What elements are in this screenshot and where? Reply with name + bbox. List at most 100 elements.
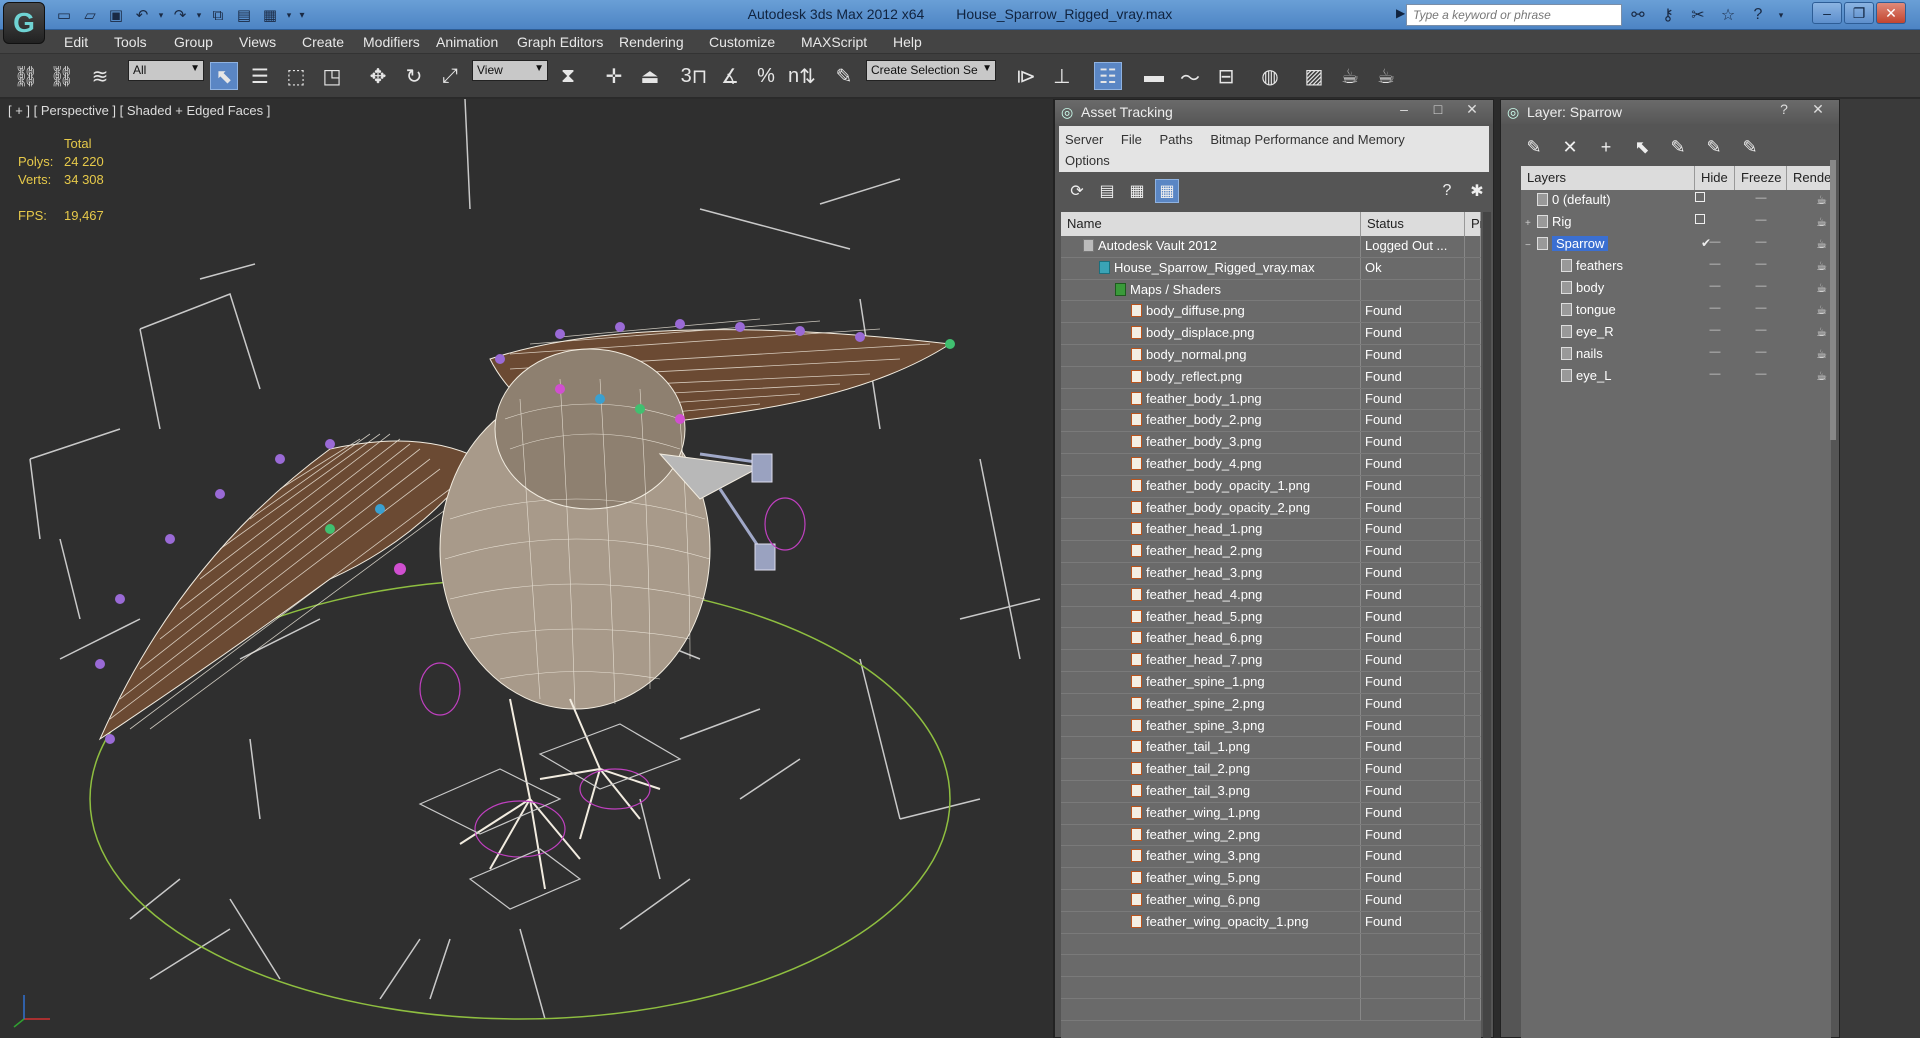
keyboard-shortcut-override-icon[interactable]: ⏏ — [636, 62, 664, 90]
spinner-snap-icon[interactable]: n ⇅ — [788, 62, 816, 90]
rectangular-selection-icon[interactable]: ⬚ — [282, 62, 310, 90]
layer-hide-toggle[interactable]: — — [1695, 256, 1735, 278]
settings-icon[interactable]: ✱ — [1465, 179, 1489, 203]
layer-render-toggle[interactable]: ☕ — [1787, 366, 1831, 388]
menu-tools[interactable]: Tools — [114, 34, 147, 50]
select-and-manipulate-icon[interactable]: ✛ — [600, 62, 628, 90]
menu-modifiers[interactable]: Modifiers — [363, 34, 420, 50]
layer-freeze-toggle[interactable]: — — [1735, 256, 1787, 278]
layer-render-toggle[interactable]: ☕ — [1787, 256, 1831, 278]
edit-named-selection-icon[interactable]: ✎ — [830, 62, 858, 90]
layer-table-scrollbar[interactable] — [1830, 160, 1836, 440]
tongue-bone[interactable] — [751, 453, 773, 483]
bind-to-space-warp-icon[interactable]: ≋ — [86, 62, 114, 90]
highlight-layer-icon[interactable]: ✎ — [1665, 134, 1691, 160]
curve-editor-icon[interactable]: 〜 — [1176, 62, 1204, 90]
close-icon[interactable]: ✕ — [1457, 101, 1487, 121]
percent-snap-icon[interactable]: % — [752, 62, 780, 90]
menu-rendering[interactable]: Rendering — [619, 34, 684, 50]
search-expand-icon[interactable]: ▶ — [1396, 6, 1405, 20]
select-and-link-icon[interactable]: ⛓ — [12, 62, 40, 90]
add-to-layer-icon[interactable]: + — [1593, 134, 1619, 160]
create-layer-icon[interactable]: ✎ — [1521, 134, 1547, 160]
asset-row[interactable]: feather_wing_3.png Found — [1061, 846, 1481, 869]
communication-center-icon[interactable]: ✂ — [1686, 3, 1710, 27]
layer-render-toggle[interactable]: ☕ — [1787, 344, 1831, 366]
layer-render-toggle[interactable]: ☕ — [1787, 234, 1831, 256]
layer-hide-toggle[interactable]: — — [1695, 366, 1735, 388]
project-dropdown-icon[interactable]: ▾ — [284, 3, 294, 27]
new-file-icon[interactable]: ▭ — [52, 3, 76, 27]
layer-row[interactable]: feathers — — ☕ — [1521, 256, 1831, 278]
select-and-rotate-icon[interactable]: ↻ — [400, 62, 428, 90]
layer-render-toggle[interactable]: ☕ — [1787, 322, 1831, 344]
asset-row[interactable]: feather_spine_1.png Found — [1061, 671, 1481, 694]
layer-row[interactable]: 0 (default) — ☕ — [1521, 190, 1831, 212]
perspective-viewport[interactable]: [ + ] [ Perspective ] [ Shaded + Edged F… — [0, 99, 1054, 1038]
fetch-icon[interactable]: ▤ — [232, 3, 256, 27]
asset-row[interactable]: feather_head_1.png Found — [1061, 519, 1481, 542]
restore-icon[interactable]: ❐ — [1844, 2, 1874, 24]
asset-row[interactable]: feather_body_opacity_2.png Found — [1061, 497, 1481, 520]
layer-hide-toggle[interactable]: — — [1695, 322, 1735, 344]
layer-freeze-toggle[interactable]: — — [1735, 190, 1787, 212]
delete-layer-icon[interactable]: ✕ — [1557, 134, 1583, 160]
close-icon[interactable]: ✕ — [1803, 101, 1833, 121]
select-and-scale-icon[interactable]: ⤢ — [436, 62, 464, 90]
asset-row[interactable]: feather_spine_3.png Found — [1061, 715, 1481, 738]
schematic-view-icon[interactable]: ⊟ — [1212, 62, 1240, 90]
menu-animation[interactable]: Animation — [436, 34, 498, 50]
asset-row[interactable]: feather_body_4.png Found — [1061, 453, 1481, 476]
layer-hide-toggle[interactable] — [1695, 190, 1735, 212]
redo-dropdown-icon[interactable]: ▾ — [194, 3, 204, 27]
asset-menu-options[interactable]: Options — [1065, 153, 1110, 168]
align-icon[interactable]: ⊥ — [1048, 62, 1076, 90]
close-icon[interactable]: ✕ — [1876, 2, 1906, 24]
asset-row[interactable]: feather_wing_opacity_1.png Found — [1061, 911, 1481, 934]
redo-icon[interactable]: ↷ — [168, 3, 192, 27]
asset-tracking-titlebar[interactable]: ◎ Asset Tracking – □ ✕ — [1055, 100, 1493, 124]
layer-render-toggle[interactable]: ☕ — [1787, 190, 1831, 212]
table-view-icon[interactable]: ▦ — [1155, 179, 1179, 203]
layer-freeze-toggle[interactable]: — — [1735, 300, 1787, 322]
expand-toggle-icon[interactable]: − — [1525, 240, 1537, 251]
hold-icon[interactable]: ⧉ — [206, 3, 230, 27]
asset-row[interactable]: feather_tail_1.png Found — [1061, 737, 1481, 760]
layer-hide-toggle[interactable]: — — [1695, 300, 1735, 322]
asset-row[interactable]: feather_wing_5.png Found — [1061, 868, 1481, 890]
asset-menu-paths[interactable]: Paths — [1160, 132, 1193, 147]
help-icon[interactable]: ? — [1769, 101, 1799, 121]
layer-row[interactable]: tongue — — ☕ — [1521, 300, 1831, 322]
menu-maxscript[interactable]: MAXScript — [801, 34, 867, 50]
asset-row[interactable]: body_displace.png Found — [1061, 323, 1481, 345]
asset-row[interactable]: body_reflect.png Found — [1061, 366, 1481, 389]
freeze-unfreeze-all-icon[interactable]: ✎ — [1737, 134, 1763, 160]
layer-freeze-toggle[interactable]: — — [1735, 212, 1787, 234]
layer-hide-toggle[interactable]: — — [1695, 344, 1735, 366]
menu-create[interactable]: Create — [302, 34, 344, 50]
help-icon[interactable]: ? — [1746, 3, 1770, 27]
open-file-icon[interactable]: ▱ — [78, 3, 102, 27]
graphite-ribbon-icon[interactable]: ▬ — [1140, 62, 1168, 90]
layer-freeze-toggle[interactable]: — — [1735, 366, 1787, 388]
menu-edit[interactable]: Edit — [64, 34, 88, 50]
asset-menu-server[interactable]: Server — [1065, 132, 1103, 147]
select-object-icon[interactable]: ⬉ — [210, 62, 238, 90]
layer-row[interactable]: eye_L — — ☕ — [1521, 366, 1831, 388]
menu-graph-editors[interactable]: Graph Editors — [517, 34, 603, 50]
undo-dropdown-icon[interactable]: ▾ — [156, 3, 166, 27]
asset-row[interactable]: feather_tail_3.png Found — [1061, 780, 1481, 803]
menu-views[interactable]: Views — [239, 34, 276, 50]
unlink-selection-icon[interactable]: ⛓ — [48, 62, 76, 90]
customize-toolbar-icon[interactable]: ▾ — [296, 3, 308, 27]
selection-filter-dropdown[interactable]: All ▼ — [128, 60, 204, 81]
hide-unhide-all-icon[interactable]: ✎ — [1701, 134, 1727, 160]
layer-row[interactable]: eye_R — — ☕ — [1521, 322, 1831, 344]
rendered-frame-window-icon[interactable]: ☕ — [1336, 62, 1364, 90]
minimize-icon[interactable]: – — [1389, 101, 1419, 121]
layer-manager-titlebar[interactable]: ◎ Layer: Sparrow ? ✕ — [1501, 100, 1839, 124]
material-editor-icon[interactable]: ◍ — [1256, 62, 1284, 90]
minimize-icon[interactable]: – — [1812, 2, 1842, 24]
project-folder-icon[interactable]: ▦ — [258, 3, 282, 27]
tongue-bone[interactable] — [754, 543, 776, 571]
